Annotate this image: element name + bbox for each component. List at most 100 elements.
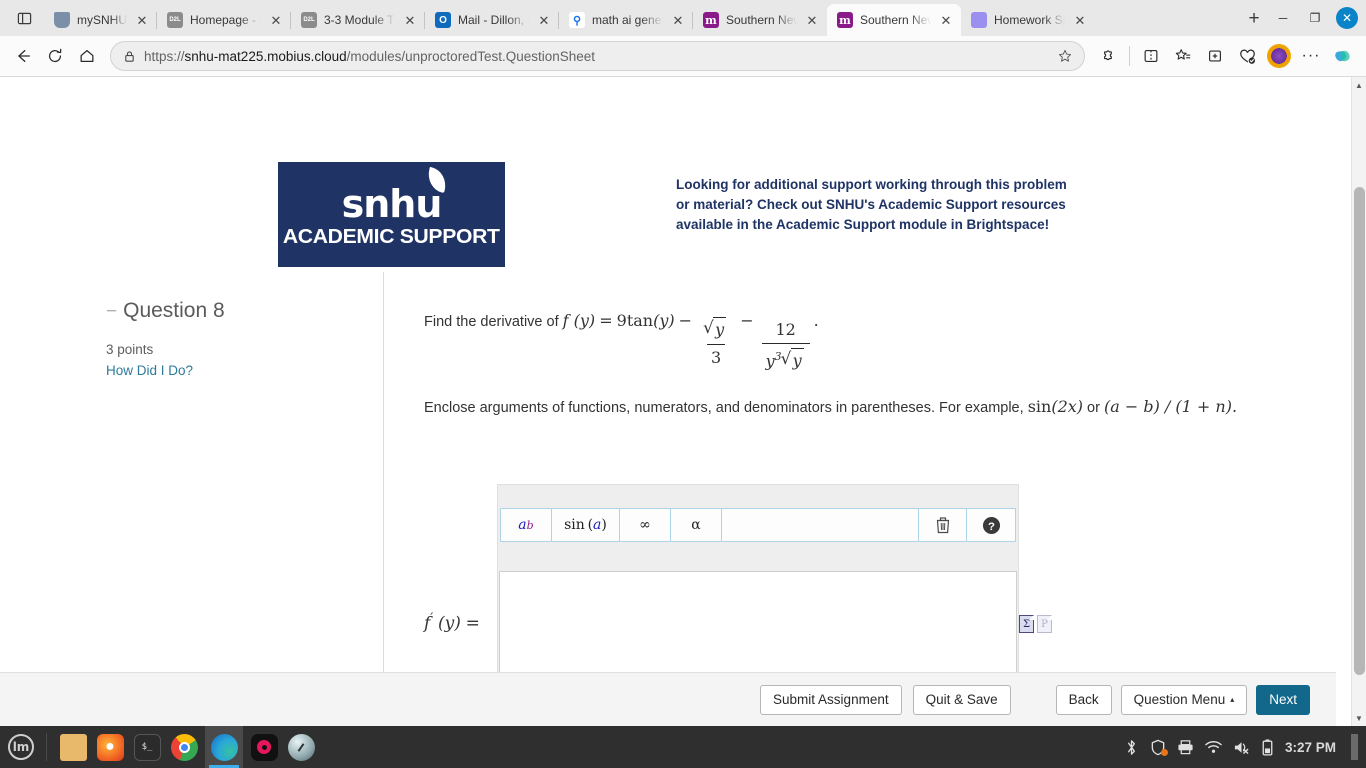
split-screen-icon bbox=[1144, 50, 1158, 62]
terminal-launcher[interactable]: $_ bbox=[131, 731, 163, 763]
minimize-window-button[interactable]: ─ bbox=[1268, 5, 1298, 31]
tab-close-icon[interactable]: ✕ bbox=[938, 12, 954, 28]
bookmark-button[interactable] bbox=[1052, 43, 1078, 69]
browser-tab[interactable]: ⚲ math ai gener ✕ bbox=[558, 4, 693, 36]
tab-close-icon[interactable]: ✕ bbox=[1072, 12, 1088, 28]
sin-function-button[interactable]: sin (a) bbox=[552, 509, 620, 541]
bluetooth-tray-icon[interactable] bbox=[1124, 739, 1139, 756]
mobius-icon: m bbox=[703, 12, 719, 28]
prompt-period: . bbox=[813, 311, 819, 330]
collections-icon bbox=[1209, 50, 1221, 62]
chrome-launcher[interactable] bbox=[168, 731, 200, 763]
academic-support-message: Looking for additional support working t… bbox=[676, 177, 1067, 232]
clock-app-launcher[interactable] bbox=[285, 731, 317, 763]
browser-tab[interactable]: D2L Homepage - M ✕ bbox=[156, 4, 291, 36]
favorites-button[interactable] bbox=[1168, 41, 1198, 71]
assignment-action-bar: Submit Assignment Quit & Save Back Quest… bbox=[0, 672, 1336, 726]
maximize-window-button[interactable]: ❐ bbox=[1300, 5, 1330, 31]
edge-launcher[interactable] bbox=[205, 726, 243, 768]
media-icon bbox=[250, 733, 278, 761]
back-button[interactable] bbox=[8, 41, 38, 71]
page-title: Question 8 bbox=[123, 299, 225, 322]
question-menu-button[interactable]: Question Menu ▴ bbox=[1120, 684, 1248, 715]
submit-assignment-button[interactable]: Submit Assignment bbox=[760, 684, 902, 715]
firefox-icon: ● bbox=[96, 733, 124, 761]
new-tab-button[interactable]: + bbox=[1240, 5, 1268, 33]
greek-alpha-button[interactable]: α bbox=[671, 509, 722, 541]
infinity-button[interactable]: ∞ bbox=[620, 509, 671, 541]
prompt-tan-argument: (y) bbox=[653, 311, 675, 330]
collapse-question-toggle[interactable]: − bbox=[106, 302, 117, 321]
trash-icon[interactable] bbox=[919, 509, 967, 541]
question-header: − Question 8 bbox=[106, 299, 225, 323]
sigma-preview-icon[interactable]: Σ bbox=[1019, 615, 1034, 633]
prompt-equals: = bbox=[599, 311, 613, 330]
mint-menu-icon: lm bbox=[8, 734, 34, 760]
tab-close-icon[interactable]: ✕ bbox=[268, 12, 284, 28]
files-launcher[interactable] bbox=[57, 731, 89, 763]
security-shield-tray-icon[interactable] bbox=[1150, 739, 1168, 756]
prompt-function-name: f (y) bbox=[562, 311, 596, 330]
snhu-academic-support-banner: snhu ACADEMIC SUPPORT bbox=[278, 162, 505, 267]
tab-close-icon[interactable]: ✕ bbox=[804, 12, 820, 28]
home-button[interactable] bbox=[72, 41, 102, 71]
extensions-icon bbox=[1104, 50, 1112, 61]
scrollbar-thumb[interactable] bbox=[1354, 187, 1365, 675]
back-question-button[interactable]: Back bbox=[1055, 684, 1112, 715]
start-menu-button[interactable]: lm bbox=[0, 726, 42, 768]
d2l-icon: D2L bbox=[301, 12, 317, 28]
help-icon[interactable]: ? bbox=[967, 509, 1015, 541]
math-editor-input-area[interactable] bbox=[722, 509, 919, 541]
copilot-button[interactable] bbox=[1328, 41, 1358, 71]
browser-tab[interactable]: D2L 3-3 Module Th ✕ bbox=[290, 4, 425, 36]
reload-button[interactable] bbox=[40, 41, 70, 71]
scroll-up-arrow[interactable]: ▲ bbox=[1352, 77, 1366, 93]
battery-tray-icon[interactable] bbox=[1261, 738, 1274, 756]
tab-list-icon bbox=[17, 12, 31, 24]
taskbar-grip-handle[interactable] bbox=[1351, 734, 1358, 760]
tab-close-icon[interactable]: ✕ bbox=[670, 12, 686, 28]
next-question-button[interactable]: Next bbox=[1256, 684, 1310, 715]
plain-text-preview-icon[interactable]: P bbox=[1037, 615, 1052, 633]
browser-tab[interactable]: m Southern New ✕ bbox=[827, 4, 961, 36]
media-launcher[interactable] bbox=[248, 731, 280, 763]
answer-preview-icons: Σ P bbox=[1019, 615, 1052, 633]
prompt-coefficient: 9 bbox=[616, 311, 627, 330]
extensions-button[interactable] bbox=[1093, 41, 1123, 71]
profile-button[interactable] bbox=[1264, 41, 1294, 71]
close-window-button[interactable]: ✕ bbox=[1336, 7, 1358, 29]
tab-title: Mail - Dillon, C bbox=[458, 13, 529, 27]
quit-and-save-button[interactable]: Quit & Save bbox=[912, 684, 1011, 715]
address-bar[interactable]: https://snhu-mat225.mobius.cloud/modules… bbox=[110, 41, 1085, 71]
tab-close-icon[interactable]: ✕ bbox=[134, 12, 150, 28]
taskbar-divider bbox=[46, 733, 47, 761]
wifi-tray-icon[interactable] bbox=[1205, 740, 1222, 754]
split-screen-button[interactable] bbox=[1136, 41, 1166, 71]
tab-close-icon[interactable]: ✕ bbox=[536, 12, 552, 28]
taskbar-launchers: ● $_ bbox=[51, 726, 317, 768]
firefox-launcher[interactable]: ● bbox=[94, 731, 126, 763]
collections-button[interactable] bbox=[1200, 41, 1230, 71]
outlook-icon: O bbox=[435, 12, 451, 28]
taskbar-clock[interactable]: 3:27 PM bbox=[1285, 740, 1336, 755]
printer-tray-icon[interactable] bbox=[1177, 739, 1194, 755]
browser-tab[interactable]: mySNHU ✕ bbox=[44, 4, 157, 36]
how-did-i-do-link[interactable]: How Did I Do? bbox=[106, 363, 193, 378]
more-options-button[interactable]: ··· bbox=[1296, 41, 1326, 71]
exponent-button[interactable]: ab bbox=[501, 509, 552, 541]
page-scrollbar[interactable]: ▲ ▼ bbox=[1351, 77, 1366, 726]
browser-tab[interactable]: m Southern New ✕ bbox=[692, 4, 827, 36]
scroll-down-arrow[interactable]: ▼ bbox=[1352, 710, 1366, 726]
browser-tab[interactable]: Homework Sp ✕ bbox=[961, 4, 1095, 36]
tab-close-icon[interactable]: ✕ bbox=[402, 12, 418, 28]
browser-essentials-button[interactable] bbox=[1232, 41, 1262, 71]
volume-muted-tray-icon[interactable] bbox=[1233, 740, 1250, 755]
window-controls: ─ ❐ ✕ bbox=[1268, 5, 1362, 36]
browser-tab[interactable]: O Mail - Dillon, C ✕ bbox=[424, 4, 559, 36]
home-icon bbox=[80, 49, 94, 63]
tab-search-button[interactable] bbox=[4, 0, 44, 36]
d2l-icon: D2L bbox=[167, 12, 183, 28]
snhu-leaf-icon bbox=[425, 167, 450, 194]
terminal-icon: $_ bbox=[133, 733, 161, 761]
tab-title: Southern New bbox=[860, 13, 931, 27]
